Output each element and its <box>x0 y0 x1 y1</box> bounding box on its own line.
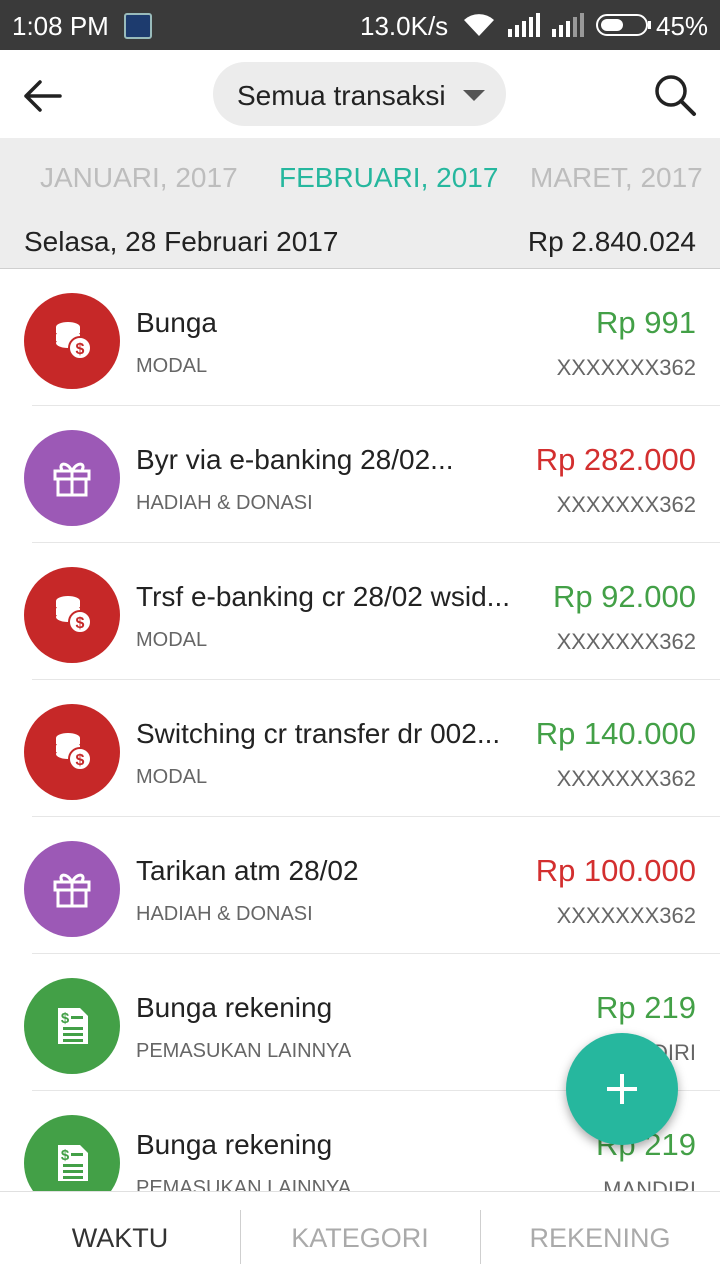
category-avatar <box>24 430 120 526</box>
transaction-row[interactable]: $ Switching cr transfer dr 002... MODAL … <box>0 680 720 817</box>
transaction-title: Byr via e-banking 28/02... <box>136 444 454 475</box>
transaction-category: HADIAH & DONASI <box>136 903 313 925</box>
transaction-account: XXXXXXX362 <box>556 903 696 928</box>
transaction-title: Switching cr transfer dr 002... <box>136 718 501 749</box>
transaction-row[interactable]: $ Trsf e-banking cr 28/02 wsid... MODAL … <box>0 543 720 680</box>
gift-icon <box>53 873 91 908</box>
svg-text:$: $ <box>76 615 85 632</box>
month-current[interactable]: FEBRUARI, 2017 <box>279 162 498 194</box>
wifi-icon <box>464 14 494 36</box>
back-button[interactable] <box>20 74 64 118</box>
svg-text:$: $ <box>76 752 85 769</box>
app-bar: Semua transaksi <box>0 50 720 138</box>
transaction-title: Bunga rekening <box>136 1129 333 1160</box>
transaction-row[interactable]: $ Bunga MODAL Rp 991 XXXXXXX362 <box>0 269 720 406</box>
transaction-amount: Rp 140.000 <box>535 716 696 751</box>
category-avatar <box>24 841 120 937</box>
transaction-category: MODAL <box>136 766 208 788</box>
month-next[interactable]: MARET, 2017 <box>530 162 703 194</box>
transaction-title: Bunga rekening <box>136 992 333 1023</box>
transaction-amount: Rp 92.000 <box>552 579 696 614</box>
category-avatar: $ <box>24 978 120 1074</box>
transaction-row[interactable]: Byr via e-banking 28/02... HADIAH & DONA… <box>0 406 720 543</box>
transaction-amount: Rp 100.000 <box>535 853 696 888</box>
transaction-title: Tarikan atm 28/02 <box>136 855 359 886</box>
svg-text:$: $ <box>76 341 85 358</box>
bottom-nav: WAKTU KATEGORI REKENING <box>0 1191 720 1281</box>
transaction-account: XXXXXXX362 <box>556 492 696 517</box>
transaction-category: MODAL <box>136 629 208 651</box>
month-prev[interactable]: JANUARI, 2017 <box>40 162 238 194</box>
transaction-title: Bunga <box>136 307 217 338</box>
transaction-row[interactable]: Tarikan atm 28/02 HADIAH & DONASI Rp 100… <box>0 817 720 954</box>
tab-rekening[interactable]: REKENING <box>480 1192 720 1281</box>
svg-text:$: $ <box>61 1010 70 1027</box>
transaction-account: XXXXXXX362 <box>556 766 696 791</box>
transaction-account: XXXXXXX362 <box>556 355 696 380</box>
coins-icon: $ <box>56 596 92 634</box>
coins-icon: $ <box>56 322 92 360</box>
network-speed: 13.0K/s <box>360 11 449 41</box>
filter-label: Semua transaksi <box>237 80 446 111</box>
day-header: Selasa, 28 Februari 2017 Rp 2.840.024 <box>0 218 720 269</box>
transaction-category: PEMASUKAN LAINNYA <box>136 1040 352 1062</box>
gift-icon <box>53 462 91 497</box>
transaction-amount: Rp 991 <box>596 305 696 340</box>
transaction-account: XXXXXXX362 <box>556 629 696 654</box>
search-button[interactable] <box>652 72 698 118</box>
caret-down-icon <box>463 90 485 101</box>
day-date: Selasa, 28 Februari 2017 <box>24 226 339 257</box>
receipt-icon: $ <box>58 1008 88 1044</box>
status-bar: 1:08 PM 13.0K/s 45% <box>0 0 720 50</box>
search-icon <box>655 75 696 116</box>
day-total: Rp 2.840.024 <box>527 226 696 257</box>
signal-icon <box>508 13 540 37</box>
transaction-amount: Rp 219 <box>596 990 696 1025</box>
transaction-category: PEMASUKAN LAINNYA <box>136 1177 352 1191</box>
transaction-account: MANDIRI <box>603 1177 696 1191</box>
month-selector: JANUARI, 2017 FEBRUARI, 2017 MARET, 2017 <box>0 138 720 218</box>
category-avatar: $ <box>24 293 120 389</box>
category-avatar: $ <box>24 567 120 663</box>
coins-icon: $ <box>56 733 92 771</box>
arrow-left-icon <box>24 80 62 112</box>
receipt-icon: $ <box>58 1145 88 1181</box>
category-avatar: $ <box>24 1115 120 1191</box>
signal-icon-2 <box>552 13 584 37</box>
transaction-amount: Rp 282.000 <box>535 442 696 477</box>
add-transaction-button[interactable] <box>566 1033 678 1145</box>
battery-icon <box>596 14 651 36</box>
transaction-category: MODAL <box>136 355 208 377</box>
category-avatar: $ <box>24 704 120 800</box>
status-time: 1:08 PM <box>12 11 109 41</box>
bbm-notification-icon <box>124 13 152 39</box>
transaction-filter-dropdown[interactable]: Semua transaksi <box>213 62 506 126</box>
transaction-category: HADIAH & DONASI <box>136 492 313 514</box>
tab-waktu[interactable]: WAKTU <box>0 1192 240 1281</box>
battery-percent: 45% <box>656 11 709 41</box>
transaction-title: Trsf e-banking cr 28/02 wsid... <box>136 581 511 612</box>
svg-text:$: $ <box>61 1147 70 1164</box>
tab-kategori[interactable]: KATEGORI <box>240 1192 480 1281</box>
